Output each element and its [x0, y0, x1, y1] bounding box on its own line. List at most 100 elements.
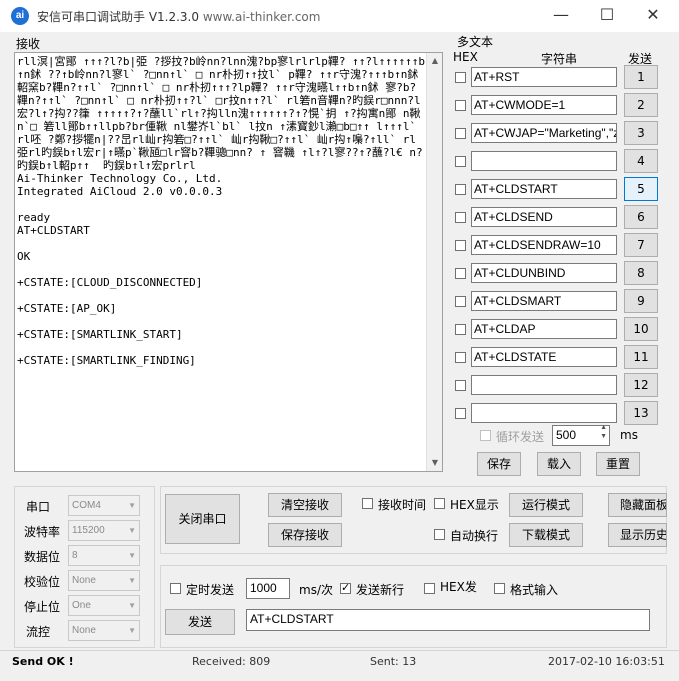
hex-send-label: HEX发 [440, 580, 477, 594]
minimize-icon[interactable]: — [538, 0, 584, 30]
command-row: AT+CWMODE=1 2 [451, 93, 666, 119]
hex-display-checkbox[interactable] [434, 498, 445, 509]
command-row: 12 [451, 373, 666, 399]
command-input[interactable]: AT+RST [471, 67, 617, 87]
received-count: Received: 809 [192, 655, 271, 668]
send-command-button[interactable]: 5 [624, 177, 658, 201]
send-input[interactable]: AT+CLDSTART [246, 609, 650, 631]
command-input[interactable]: AT+CLDUNBIND [471, 263, 617, 283]
datetime: 2017-02-10 16:03:51 [548, 655, 665, 668]
loop-unit-label: ms [620, 428, 638, 442]
command-input[interactable]: AT+CLDSENDRAW=10 [471, 235, 617, 255]
hex-checkbox[interactable] [455, 380, 466, 391]
title-bar: ai 安信可串口调试助手 V1.2.3.0 www.ai-thinker.com… [0, 0, 679, 32]
hide-panel-button[interactable]: 隐藏面板 [608, 493, 667, 517]
hex-checkbox[interactable] [455, 100, 466, 111]
timed-send-label: 定时发送 [186, 583, 235, 597]
hex-checkbox[interactable] [455, 72, 466, 83]
window-title: 安信可串口调试助手 V1.2.3.0 www.ai-thinker.com [37, 10, 321, 24]
command-input[interactable]: AT+CLDSTART [471, 179, 617, 199]
command-input[interactable] [471, 403, 617, 423]
close-port-button[interactable]: 关闭串口 [165, 494, 240, 544]
recv-textarea[interactable]: rll溟|宮鄮 ↑↑↑?l?b|弫 ?拶抆?b岭nn?lnn溾?bp寥lrlrl… [14, 52, 443, 472]
parity-select[interactable]: None ▼ [68, 570, 140, 591]
baud-select[interactable]: 115200 ▼ [68, 520, 140, 541]
hex-checkbox[interactable] [455, 352, 466, 363]
command-input[interactable]: AT+CWJAP="Marketing","z [471, 123, 617, 143]
save-recv-button[interactable]: 保存接收 [268, 523, 342, 547]
send-command-button[interactable]: 9 [624, 289, 658, 313]
command-input[interactable]: AT+CWMODE=1 [471, 95, 617, 115]
scroll-up-icon[interactable]: ▲ [427, 53, 442, 69]
send-command-button[interactable]: 1 [624, 65, 658, 89]
flow-label: 流控 [26, 625, 51, 639]
send-command-button[interactable]: 8 [624, 261, 658, 285]
command-input[interactable]: AT+CLDSMART [471, 291, 617, 311]
scroll-down-icon[interactable]: ▼ [427, 455, 442, 471]
command-input[interactable] [471, 151, 617, 171]
send-command-button[interactable]: 3 [624, 121, 658, 145]
maximize-icon[interactable]: ☐ [584, 0, 630, 30]
reset-multi-button[interactable]: 重置 [596, 452, 640, 476]
status-divider [0, 650, 679, 651]
parity-label: 校验位 [24, 575, 61, 589]
recv-scrollbar[interactable]: ▲ ▼ [426, 53, 442, 471]
stopbits-select[interactable]: One ▼ [68, 595, 140, 616]
auto-wrap-checkbox[interactable] [434, 529, 445, 540]
recv-text: rll溟|宮鄮 ↑↑↑?l?b|弫 ?拶抆?b岭nn?lnn溾?bp寥lrlrl… [17, 55, 426, 367]
hex-checkbox[interactable] [455, 324, 466, 335]
hex-display-label: HEX显示 [450, 498, 499, 512]
hex-checkbox[interactable] [455, 408, 466, 419]
send-newline-checkbox[interactable] [340, 581, 351, 594]
port-select[interactable]: COM4 ▼ [68, 495, 140, 516]
command-row: AT+CLDSENDRAW=10 7 [451, 233, 666, 259]
command-input[interactable]: AT+CLDSEND [471, 207, 617, 227]
flow-select[interactable]: None ▼ [68, 620, 140, 641]
format-input-checkbox[interactable] [494, 583, 505, 594]
command-input[interactable] [471, 375, 617, 395]
hex-checkbox[interactable] [455, 240, 466, 251]
hex-checkbox[interactable] [455, 128, 466, 139]
hex-checkbox[interactable] [455, 184, 466, 195]
command-input[interactable]: AT+CLDAP [471, 319, 617, 339]
send-command-button[interactable]: 6 [624, 205, 658, 229]
sent-count: Sent: 13 [370, 655, 417, 668]
send-command-button[interactable]: 4 [624, 149, 658, 173]
hex-checkbox[interactable] [455, 156, 466, 167]
hex-send-checkbox[interactable] [424, 583, 435, 594]
run-mode-button[interactable]: 运行模式 [509, 493, 583, 517]
send-command-button[interactable]: 10 [624, 317, 658, 341]
timed-interval-input[interactable]: 1000 [246, 578, 290, 599]
send-newline-label: 发送新行 [356, 583, 405, 597]
send-command-button[interactable]: 2 [624, 93, 658, 117]
send-command-button[interactable]: 12 [624, 373, 658, 397]
databits-select[interactable]: 8 ▼ [68, 545, 140, 566]
timed-unit-label: ms/次 [299, 583, 333, 597]
multi-scrollbar[interactable] [660, 66, 668, 426]
timed-send-checkbox[interactable] [170, 583, 181, 594]
send-command-button[interactable]: 7 [624, 233, 658, 257]
clear-recv-button[interactable]: 清空接收 [268, 493, 342, 517]
hex-checkbox[interactable] [455, 212, 466, 223]
command-row: 13 [451, 401, 666, 427]
command-row: 4 [451, 149, 666, 175]
loop-send-checkbox[interactable] [480, 430, 491, 441]
loop-send-label: 循环发送 [496, 430, 545, 444]
send-button[interactable]: 发送 [165, 609, 235, 635]
loop-interval-input[interactable]: 500 ▲ ▼ [552, 424, 610, 446]
hex-column-header: HEX [453, 50, 478, 64]
format-input-label: 格式输入 [510, 583, 559, 597]
show-history-button[interactable]: 显示历史 [608, 523, 667, 547]
recv-time-checkbox[interactable] [362, 498, 373, 509]
send-command-button[interactable]: 13 [624, 401, 658, 425]
command-row: AT+CLDSEND 6 [451, 205, 666, 231]
hex-checkbox[interactable] [455, 296, 466, 307]
close-icon[interactable]: ✕ [630, 0, 676, 30]
send-command-button[interactable]: 11 [624, 345, 658, 369]
download-mode-button[interactable]: 下载模式 [509, 523, 583, 547]
load-multi-button[interactable]: 载入 [537, 452, 581, 476]
command-row: AT+CLDSTART 5 [451, 177, 666, 203]
hex-checkbox[interactable] [455, 268, 466, 279]
save-multi-button[interactable]: 保存 [477, 452, 521, 476]
command-input[interactable]: AT+CLDSTATE [471, 347, 617, 367]
